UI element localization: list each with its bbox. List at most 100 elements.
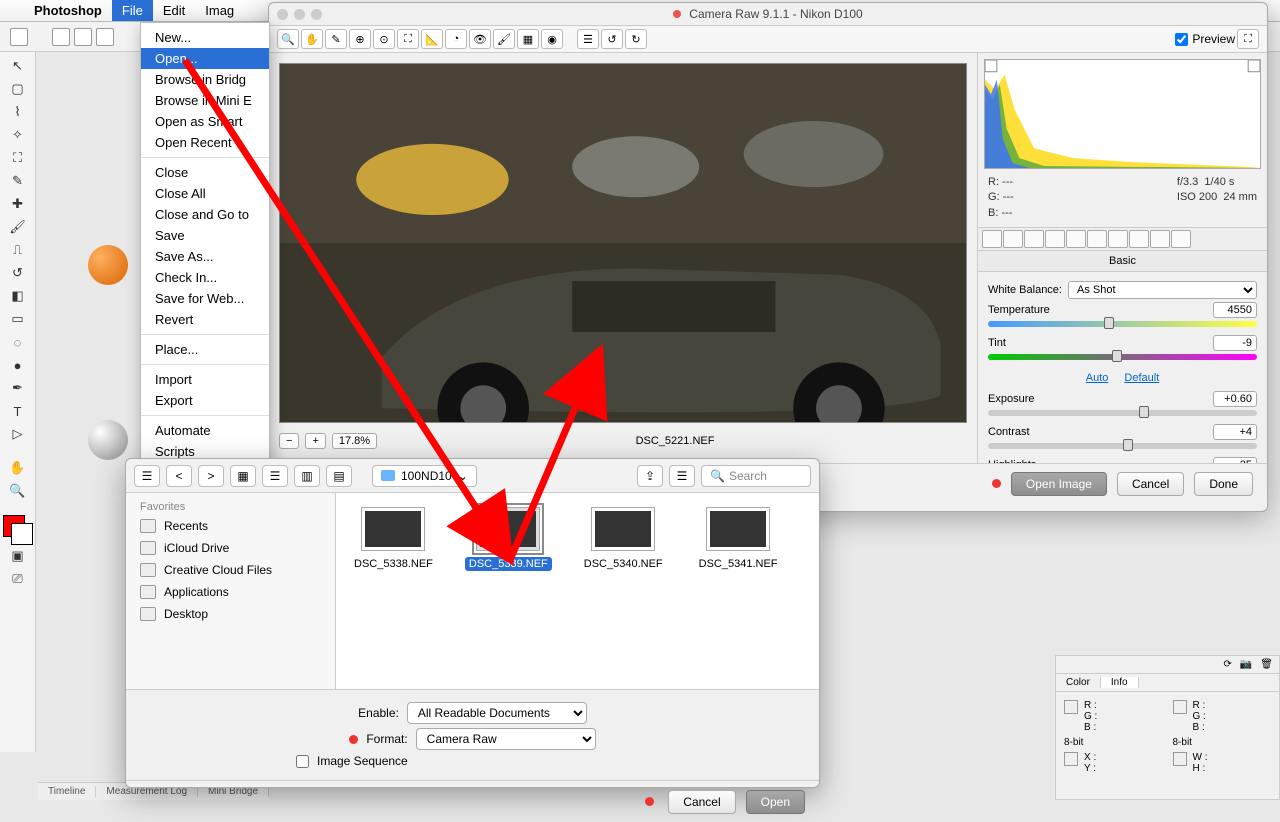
- sequence-checkbox[interactable]: [296, 755, 309, 768]
- brush-tool-icon[interactable]: 🖌: [6, 217, 30, 237]
- file-menu-item[interactable]: Open Recent: [141, 132, 269, 153]
- slider-value[interactable]: -25: [1213, 457, 1257, 463]
- slider-thumb[interactable]: [1104, 317, 1114, 329]
- preview-checkbox[interactable]: Preview: [1175, 32, 1235, 46]
- slider-track[interactable]: [988, 354, 1257, 360]
- cr-fullscreen-icon[interactable]: ⛶: [1237, 29, 1259, 49]
- camera-icon[interactable]: 📷: [1240, 659, 1252, 670]
- file-menu-item[interactable]: Import: [141, 369, 269, 390]
- tab-presets-icon[interactable]: [1150, 230, 1170, 248]
- quickmask-icon[interactable]: ▣: [6, 546, 30, 566]
- file-menu-item[interactable]: Save for Web...: [141, 288, 269, 309]
- path-dropdown[interactable]: 100ND10 ⌄: [372, 465, 477, 487]
- hand-tool-icon[interactable]: ✋: [6, 458, 30, 478]
- sidebar-toggle-icon[interactable]: ☰: [134, 465, 160, 487]
- tab-camera-icon[interactable]: [1129, 230, 1149, 248]
- screenmode-icon[interactable]: ⎚: [6, 569, 30, 589]
- wb-select[interactable]: As Shot: [1068, 281, 1257, 299]
- mode-icon-3[interactable]: [96, 28, 114, 46]
- cr-spot-icon[interactable]: ◔: [445, 29, 467, 49]
- crop-tool-icon[interactable]: ⛶: [6, 148, 30, 168]
- cr-zoom-icon[interactable]: 🔍: [277, 29, 299, 49]
- finder-open-button[interactable]: Open: [746, 790, 805, 814]
- eraser-tool-icon[interactable]: ◧: [6, 286, 30, 306]
- zoom-out-button[interactable]: −: [279, 433, 299, 449]
- traffic-close-icon[interactable]: [277, 9, 288, 20]
- view-columns-icon[interactable]: ▥: [294, 465, 320, 487]
- cr-done-button[interactable]: Done: [1194, 472, 1253, 496]
- slider-value[interactable]: 4550: [1213, 302, 1257, 318]
- heal-tool-icon[interactable]: ✚: [6, 194, 30, 214]
- marquee-tool-icon[interactable]: ▢: [6, 79, 30, 99]
- cr-rotate-r-icon[interactable]: ↻: [625, 29, 647, 49]
- cr-wb-icon[interactable]: ✎: [325, 29, 347, 49]
- slider-value[interactable]: +4: [1213, 424, 1257, 440]
- sidebar-item[interactable]: Recents: [126, 515, 335, 537]
- cr-cancel-button[interactable]: Cancel: [1117, 472, 1184, 496]
- slider-value[interactable]: -9: [1213, 335, 1257, 351]
- search-input[interactable]: 🔍 Search: [701, 465, 811, 487]
- file-item[interactable]: DSC_5340.NEF: [580, 507, 667, 571]
- tags-icon[interactable]: ☰: [669, 465, 695, 487]
- slider-track[interactable]: [988, 321, 1257, 327]
- default-link[interactable]: Default: [1124, 372, 1159, 384]
- file-menu-item[interactable]: Export: [141, 390, 269, 411]
- slider-thumb[interactable]: [1139, 406, 1149, 418]
- mode-icon-2[interactable]: [74, 28, 92, 46]
- mode-icon[interactable]: [52, 28, 70, 46]
- cr-sampler-icon[interactable]: ⊕: [349, 29, 371, 49]
- file-menu-item[interactable]: Revert: [141, 309, 269, 330]
- tab-curve-icon[interactable]: [1003, 230, 1023, 248]
- background-color[interactable]: [11, 523, 33, 545]
- wand-tool-icon[interactable]: ✧: [6, 125, 30, 145]
- cr-list-icon[interactable]: ☰: [577, 29, 599, 49]
- file-item[interactable]: DSC_5341.NEF: [695, 507, 782, 571]
- tab-basic-icon[interactable]: [982, 230, 1002, 248]
- menu-file[interactable]: File: [112, 0, 153, 21]
- sidebar-item[interactable]: Applications: [126, 581, 335, 603]
- slider-thumb[interactable]: [1123, 439, 1133, 451]
- view-icons-icon[interactable]: ▦: [230, 465, 256, 487]
- marquee-icon[interactable]: [10, 28, 28, 46]
- traffic-max-icon[interactable]: [311, 9, 322, 20]
- enable-select[interactable]: All Readable Documents: [407, 702, 587, 724]
- slider-track[interactable]: [988, 410, 1257, 416]
- slider-value[interactable]: +0.60: [1213, 391, 1257, 407]
- cr-hand-icon[interactable]: ✋: [301, 29, 323, 49]
- file-menu-item[interactable]: New...: [141, 27, 269, 48]
- file-menu-item[interactable]: Close and Go to: [141, 204, 269, 225]
- tab-hsl-icon[interactable]: [1045, 230, 1065, 248]
- path-tool-icon[interactable]: ▷: [6, 424, 30, 444]
- type-tool-icon[interactable]: T: [6, 401, 30, 421]
- menu-image[interactable]: Imag: [195, 0, 244, 21]
- zoom-level[interactable]: 17.8%: [332, 433, 377, 449]
- cr-crop-icon[interactable]: ⛶: [397, 29, 419, 49]
- file-item[interactable]: DSC_5339.NEF: [465, 507, 552, 571]
- file-menu-item[interactable]: Open as Smart: [141, 111, 269, 132]
- file-menu-item[interactable]: Browse in Mini E: [141, 90, 269, 111]
- auto-link[interactable]: Auto: [1086, 372, 1109, 384]
- file-menu-item[interactable]: Open...: [141, 48, 269, 69]
- image-preview[interactable]: [279, 63, 967, 423]
- gradient-tool-icon[interactable]: ▭: [6, 309, 30, 329]
- zoom-in-button[interactable]: +: [305, 433, 325, 449]
- open-image-button[interactable]: Open Image: [1011, 472, 1107, 496]
- finder-cancel-button[interactable]: Cancel: [668, 790, 735, 814]
- forward-button[interactable]: >: [198, 465, 224, 487]
- slider-thumb[interactable]: [1112, 350, 1122, 362]
- slider-track[interactable]: [988, 443, 1257, 449]
- file-menu-item[interactable]: Close: [141, 162, 269, 183]
- tab-snapshots-icon[interactable]: [1171, 230, 1191, 248]
- eyedropper-tool-icon[interactable]: ✎: [6, 171, 30, 191]
- file-menu-item[interactable]: Place...: [141, 339, 269, 360]
- file-menu-item[interactable]: Save: [141, 225, 269, 246]
- sidebar-item[interactable]: iCloud Drive: [126, 537, 335, 559]
- history-brush-icon[interactable]: ↺: [6, 263, 30, 283]
- cr-radial-icon[interactable]: ◉: [541, 29, 563, 49]
- tab-split-icon[interactable]: [1066, 230, 1086, 248]
- cr-straighten-icon[interactable]: 📐: [421, 29, 443, 49]
- cr-rotate-l-icon[interactable]: ↺: [601, 29, 623, 49]
- menu-edit[interactable]: Edit: [153, 0, 195, 21]
- sidebar-item[interactable]: Creative Cloud Files: [126, 559, 335, 581]
- view-list-icon[interactable]: ☰: [262, 465, 288, 487]
